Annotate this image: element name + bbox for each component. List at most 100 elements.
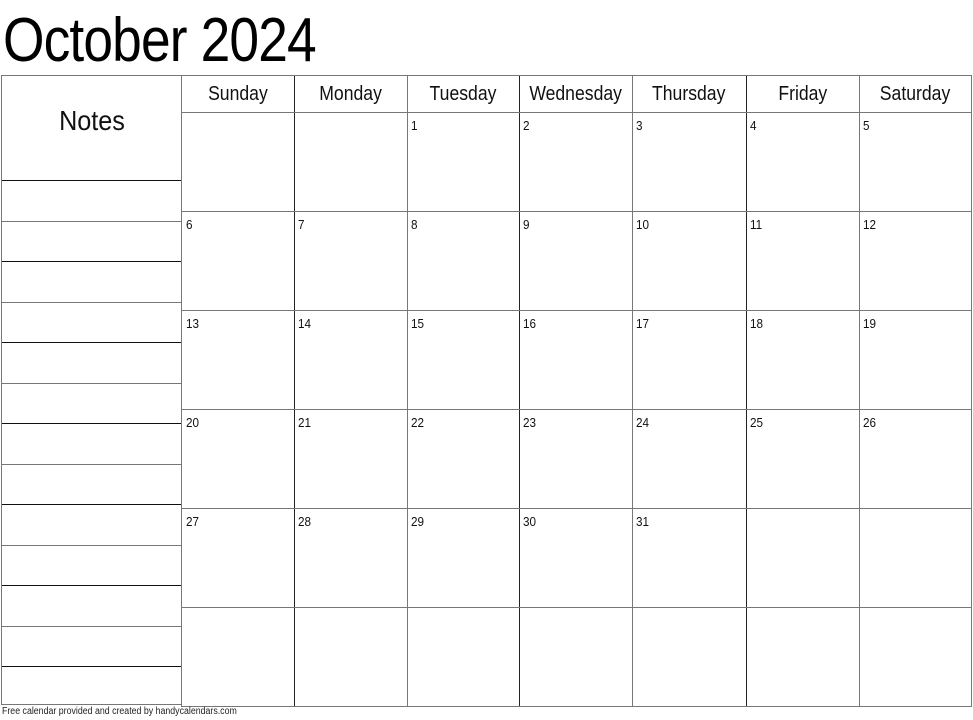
empty-day-cell[interactable] — [636, 613, 742, 704]
day-number: 9 — [523, 217, 530, 232]
day-number: 13 — [186, 316, 200, 331]
column-divider — [746, 76, 747, 706]
notes-line — [2, 625, 181, 627]
day-cell-28[interactable]: 28 — [298, 514, 403, 605]
day-cell-7[interactable]: 7 — [298, 217, 403, 308]
empty-day-cell[interactable] — [750, 514, 855, 605]
notes-line — [2, 504, 181, 505]
weekday-header-tuesday: Tuesday — [407, 76, 519, 112]
notes-line — [2, 666, 181, 667]
weekday-header-wednesday: Wednesday — [519, 76, 632, 112]
notes-label: Notes — [59, 105, 125, 136]
weekday-label: Saturday — [880, 82, 951, 105]
calendar-grid: Sunday Monday Tuesday Wednesday Thursday Frid… — [181, 75, 972, 707]
empty-day-cell[interactable] — [186, 613, 290, 704]
day-number: 2 — [523, 118, 530, 133]
row-divider — [182, 310, 971, 311]
notes-line — [2, 544, 181, 546]
empty-day-cell[interactable] — [750, 613, 855, 704]
notes-line — [2, 463, 181, 465]
empty-day-cell[interactable] — [298, 118, 403, 209]
row-divider — [182, 607, 971, 608]
day-cell-21[interactable]: 21 — [298, 415, 403, 506]
weekday-label: Thursday — [652, 82, 726, 105]
day-number: 21 — [298, 415, 312, 430]
weekday-label: Tuesday — [429, 82, 497, 105]
day-cell-30[interactable]: 30 — [523, 514, 628, 605]
day-cell-19[interactable]: 19 — [863, 316, 968, 407]
weekday-label: Sunday — [208, 82, 268, 105]
day-number: 27 — [186, 514, 200, 529]
day-cell-24[interactable]: 24 — [636, 415, 742, 506]
empty-day-cell[interactable] — [863, 514, 968, 605]
empty-day-cell[interactable] — [863, 613, 968, 704]
empty-day-cell[interactable] — [186, 118, 290, 209]
day-cell-6[interactable]: 6 — [186, 217, 290, 308]
day-cell-23[interactable]: 23 — [523, 415, 628, 506]
row-divider — [182, 508, 971, 509]
day-cell-15[interactable]: 15 — [411, 316, 515, 407]
day-number: 18 — [750, 316, 764, 331]
notes-line — [2, 261, 181, 262]
day-cell-29[interactable]: 29 — [411, 514, 515, 605]
calendar-title: October 2024 — [3, 6, 317, 75]
day-number: 22 — [411, 415, 425, 430]
weekday-label: Wednesday — [529, 82, 622, 105]
day-number: 12 — [863, 217, 877, 232]
day-cell-12[interactable]: 12 — [863, 217, 968, 308]
day-cell-25[interactable]: 25 — [750, 415, 855, 506]
weekday-header-sunday: Sunday — [182, 76, 294, 112]
day-cell-20[interactable]: 20 — [186, 415, 290, 506]
day-cell-16[interactable]: 16 — [523, 316, 628, 407]
weekday-header-saturday: Saturday — [859, 76, 972, 112]
day-cell-11[interactable]: 11 — [750, 217, 855, 308]
weekday-label: Monday — [319, 82, 382, 105]
day-number: 16 — [523, 316, 537, 331]
weekday-header-friday: Friday — [746, 76, 859, 112]
notes-line — [2, 382, 181, 384]
column-divider — [519, 76, 520, 706]
empty-day-cell[interactable] — [298, 613, 403, 704]
notes-line — [2, 585, 181, 586]
day-cell-10[interactable]: 10 — [636, 217, 742, 308]
day-number: 3 — [636, 118, 643, 133]
day-cell-14[interactable]: 14 — [298, 316, 403, 407]
day-number: 20 — [186, 415, 200, 430]
day-number: 5 — [863, 118, 870, 133]
day-cell-1[interactable]: 1 — [411, 118, 515, 209]
day-number: 23 — [523, 415, 537, 430]
day-number: 14 — [298, 316, 312, 331]
day-cell-27[interactable]: 27 — [186, 514, 290, 605]
day-cell-13[interactable]: 13 — [186, 316, 290, 407]
day-cell-5[interactable]: 5 — [863, 118, 968, 209]
weekday-header-monday: Monday — [294, 76, 407, 112]
day-number: 19 — [863, 316, 877, 331]
day-cell-8[interactable]: 8 — [411, 217, 515, 308]
row-divider — [182, 409, 971, 410]
day-cell-31[interactable]: 31 — [636, 514, 742, 605]
day-number: 11 — [750, 217, 763, 232]
empty-day-cell[interactable] — [411, 613, 515, 704]
day-number: 30 — [523, 514, 537, 529]
day-number: 31 — [636, 514, 650, 529]
day-cell-4[interactable]: 4 — [750, 118, 855, 209]
day-cell-9[interactable]: 9 — [523, 217, 628, 308]
column-divider — [407, 76, 408, 706]
notes-line — [2, 301, 181, 303]
day-number: 29 — [411, 514, 425, 529]
day-number: 24 — [636, 415, 650, 430]
footer-credit: Free calendar provided and created by ha… — [2, 706, 237, 717]
day-cell-2[interactable]: 2 — [523, 118, 628, 209]
empty-day-cell[interactable] — [523, 613, 628, 704]
day-cell-22[interactable]: 22 — [411, 415, 515, 506]
day-cell-3[interactable]: 3 — [636, 118, 742, 209]
notes-line — [2, 220, 181, 222]
day-number: 28 — [298, 514, 312, 529]
day-cell-17[interactable]: 17 — [636, 316, 742, 407]
column-divider — [632, 76, 633, 706]
weekday-header-thursday: Thursday — [632, 76, 746, 112]
column-divider — [294, 76, 295, 706]
day-cell-26[interactable]: 26 — [863, 415, 968, 506]
day-number: 8 — [411, 217, 418, 232]
day-cell-18[interactable]: 18 — [750, 316, 855, 407]
